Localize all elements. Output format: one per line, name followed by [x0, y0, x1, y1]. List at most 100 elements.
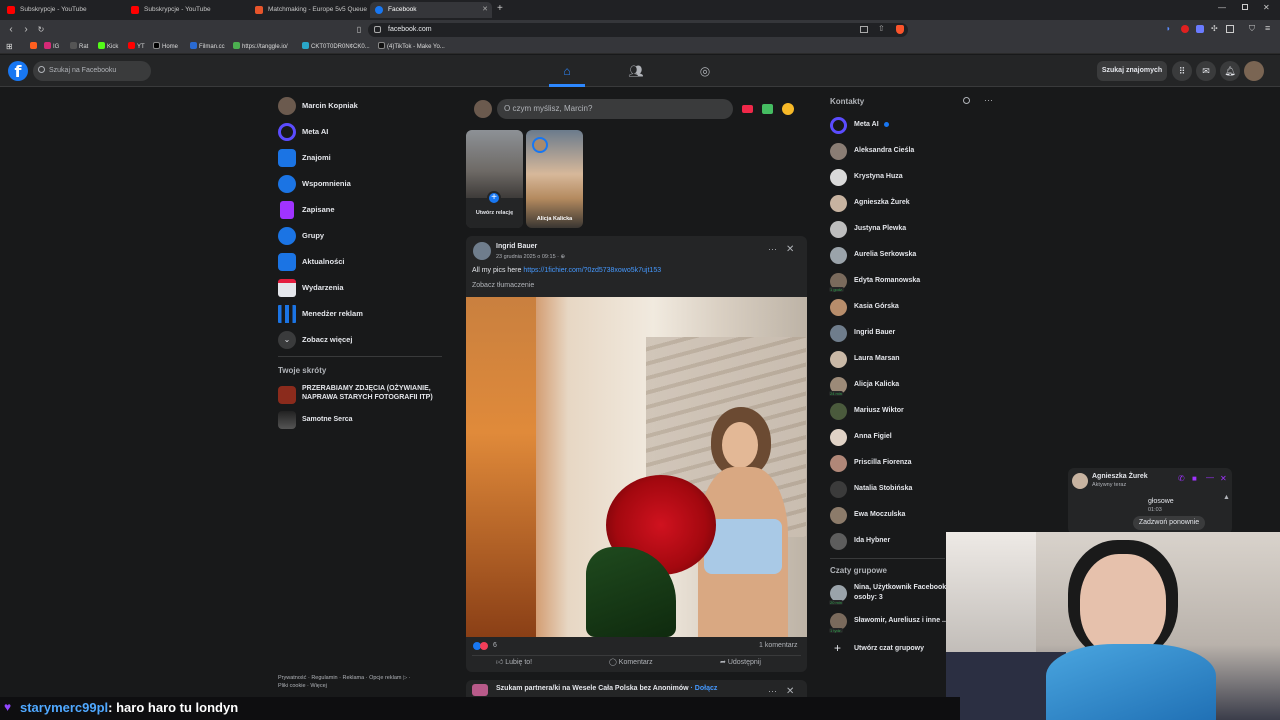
join-link[interactable]: · Dołącz — [691, 685, 718, 692]
contact-item[interactable]: Anna Figiel — [830, 426, 945, 448]
screen-icon[interactable] — [860, 26, 868, 33]
reload-icon[interactable]: ↻ — [34, 23, 48, 37]
profile-avatar[interactable] — [1244, 61, 1264, 81]
close-icon[interactable]: ✕ — [786, 244, 794, 255]
sidebar-item-see-more[interactable]: ⌄ Zobacz więcej — [278, 329, 443, 351]
search-input[interactable]: Szukaj na Facebooku — [33, 61, 151, 81]
contact-item[interactable]: Aleksandra Cieśla — [830, 140, 945, 162]
post-time[interactable]: 23 grudnia 2025 o 09:15 · ⊕ — [496, 254, 565, 260]
photo-icon[interactable] — [762, 104, 773, 114]
search-icon[interactable] — [963, 97, 970, 104]
bookmark-item[interactable]: IG — [44, 40, 59, 54]
group-chat-item[interactable]: 20 min Nina, Użytkownik Facebooka osoby:… — [829, 582, 950, 606]
bookmark-item[interactable]: https://tanggle.io/ — [233, 40, 288, 54]
comments-count[interactable]: 1 komentarz — [759, 642, 798, 649]
avatar[interactable] — [1072, 473, 1088, 489]
browser-tab[interactable]: Matchmaking - Europe 5v5 Queue — [250, 2, 368, 18]
facebook-logo[interactable]: f — [8, 61, 28, 81]
sidebar-item-friends[interactable]: Znajomi — [278, 147, 443, 169]
comment-button[interactable]: ◯ Komentarz — [609, 656, 679, 670]
contact-item[interactable]: Krystyna Huza — [830, 166, 945, 188]
shortcut-item[interactable]: PRZERABIAMY ZDJĘCIA (OŻYWIANIE, NAPRAWA … — [278, 384, 443, 406]
sidebar-item-memories[interactable]: Wspomnienia — [278, 173, 443, 195]
group-chat-item[interactable]: 1 tydz. Sławomir, Aureliusz i inne ... — [829, 610, 948, 634]
maximize-icon[interactable] — [1242, 4, 1248, 10]
home-icon[interactable]: ⌂ — [549, 59, 585, 87]
minimize-icon[interactable]: — — [1206, 473, 1214, 482]
new-tab-plus-icon[interactable]: + — [497, 3, 503, 14]
browser-tab[interactable]: Subskrypcje - YouTube — [2, 2, 124, 18]
groups-nav-icon[interactable]: ◎ — [687, 59, 723, 83]
video-icon[interactable]: ■ — [1192, 474, 1197, 483]
contact-item[interactable]: Agnieszka Żurek — [830, 192, 945, 214]
contact-item[interactable]: Meta AI — [830, 114, 945, 136]
next-post-title[interactable]: Szukam partnera/ki na Wesele Cała Polska… — [496, 685, 717, 692]
back-icon[interactable]: ‹ — [4, 23, 18, 37]
see-translation-link[interactable]: Zobacz tłumaczenie — [472, 282, 534, 289]
post-author[interactable]: Ingrid Bauer — [496, 243, 537, 250]
like-button[interactable]: 👍︎ Lubię to! — [496, 656, 566, 670]
sidebar-item-meta-ai[interactable]: Meta AI — [278, 121, 443, 143]
menu-icon[interactable]: ≡ — [1265, 23, 1270, 33]
menu-grid-icon[interactable]: ⠿ — [1172, 61, 1192, 81]
contact-item[interactable]: Ingrid Bauer — [830, 322, 945, 344]
shortcut-item[interactable]: Samotne Serca — [278, 410, 443, 430]
extension-icon[interactable]: ◗ — [1166, 24, 1171, 33]
contact-item[interactable]: Aurelia Serkowska — [830, 244, 945, 266]
close-icon[interactable]: ✕ — [786, 686, 794, 697]
contact-item[interactable]: Justyna Plewka — [830, 218, 945, 240]
more-options-icon[interactable]: ··· — [768, 686, 777, 696]
minimize-icon[interactable]: — — [1218, 3, 1226, 12]
phone-icon[interactable]: ✆ — [1178, 474, 1185, 483]
bookmark-item[interactable]: Rat — [70, 40, 88, 54]
share-button[interactable]: ➦ Udostępnij — [720, 656, 790, 670]
sidebar-item-ads-manager[interactable]: Menedżer reklam — [278, 303, 443, 325]
find-friends-button[interactable]: Szukaj znajomych — [1097, 61, 1167, 81]
browser-tab[interactable]: Subskrypcje - YouTube — [126, 2, 248, 18]
more-options-icon[interactable]: ··· — [768, 244, 777, 254]
bookmark-item[interactable]: CKT0T0DR0N¢CK0... — [302, 40, 370, 54]
close-icon[interactable]: ✕ — [482, 2, 488, 18]
sidebar-item-profile[interactable]: Marcin Kopniak — [278, 95, 443, 117]
share-icon[interactable]: ⇧ — [878, 24, 885, 33]
contact-item[interactable]: Natalia Stobińska — [830, 478, 945, 500]
avatar[interactable] — [473, 242, 491, 260]
bookmark-item[interactable]: (4)TikTok - Make Yo... — [378, 40, 445, 54]
contact-item[interactable]: 24 min Alicja Kalicka — [829, 374, 945, 396]
reactions-count[interactable]: 6 — [493, 642, 497, 649]
sidebar-item-events[interactable]: Wydarzenia — [278, 277, 443, 299]
sidebar-item-saved[interactable]: Zapisane — [278, 199, 443, 221]
scroll-up-icon[interactable]: ▲ — [1223, 494, 1230, 501]
contact-item[interactable]: Kasia Górska — [830, 296, 945, 318]
window-close-icon[interactable]: ✕ — [1263, 3, 1270, 12]
record-icon[interactable] — [1181, 25, 1189, 33]
story-card[interactable]: Alicja Kalicka — [526, 130, 583, 228]
bookmark-item[interactable]: YT — [128, 40, 145, 54]
contact-item[interactable]: Mariusz Wiktor — [830, 400, 945, 422]
call-again-button[interactable]: Zadzwoń ponownie — [1133, 516, 1205, 530]
messenger-icon[interactable]: ✉ — [1196, 61, 1216, 81]
composer-input[interactable]: O czym myślisz, Marcin? — [497, 99, 733, 119]
sidebar-item-feeds[interactable]: Aktualności — [278, 251, 443, 273]
url-field[interactable]: facebook.com ⇧ — [368, 23, 908, 37]
contact-item[interactable]: Laura Marsan — [830, 348, 945, 370]
site-info-icon[interactable] — [374, 26, 381, 33]
post-link[interactable]: https://1fichier.com/?0zd5738xowo5k7ujt1… — [523, 267, 661, 274]
footer-links[interactable]: Prywatność · Regulamin · Reklama · Opcje… — [278, 674, 411, 690]
more-options-icon[interactable]: ··· — [984, 95, 993, 105]
feeling-icon[interactable] — [782, 103, 794, 115]
friends-nav-icon[interactable]: 👥︎ — [618, 59, 654, 83]
apps-grid-icon[interactable]: ⊞ — [6, 40, 13, 54]
post-photo[interactable] — [466, 297, 807, 637]
browser-tab-active[interactable]: Facebook ✕ — [370, 2, 492, 18]
contact-item[interactable]: Priscilla Fiorenza — [830, 452, 945, 474]
puzzle-icon[interactable]: ✣ — [1211, 24, 1218, 33]
bookmark-item[interactable]: Filman.cc — [190, 40, 225, 54]
sidebar-item-groups[interactable]: Grupy — [278, 225, 443, 247]
contact-item[interactable]: 1 godz. Edyta Romanowska — [829, 270, 945, 292]
contact-item[interactable]: Ewa Moczulska — [830, 504, 945, 526]
notifications-bell-icon[interactable]: 🔔︎ — [1220, 61, 1240, 81]
create-story-card[interactable]: + Utwórz relację — [466, 130, 523, 228]
contact-item[interactable]: Ida Hybner — [830, 530, 945, 552]
wallet-icon[interactable]: ⛉ — [1249, 24, 1255, 34]
